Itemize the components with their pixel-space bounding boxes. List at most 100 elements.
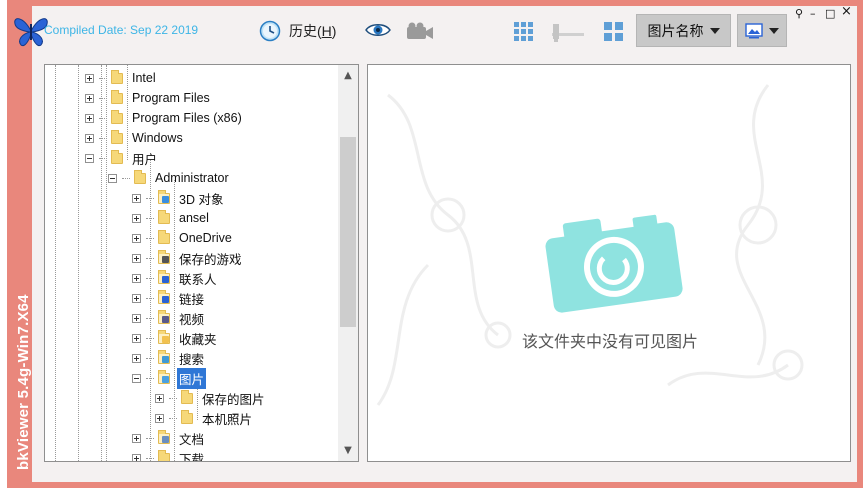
tree-node[interactable]: 搜索	[132, 348, 206, 368]
collapse-minus-icon[interactable]	[132, 373, 141, 383]
expand-plus-icon[interactable]	[132, 293, 141, 303]
close-button[interactable]: ×	[841, 5, 852, 18]
maximize-button[interactable]: □	[825, 8, 835, 20]
expand-plus-icon[interactable]	[85, 133, 94, 143]
tree-connector-line	[146, 357, 154, 359]
tree-guide-line	[55, 65, 56, 461]
tree-node[interactable]: 保存的游戏	[132, 248, 244, 268]
expand-plus-icon[interactable]	[85, 113, 94, 123]
scroll-thumb[interactable]	[340, 137, 356, 327]
expand-plus-icon[interactable]	[132, 353, 141, 363]
view-mode-dropdown[interactable]	[737, 14, 787, 47]
tree-node-label: 用户	[132, 152, 158, 167]
history-button[interactable]: 历史(H)	[259, 18, 336, 44]
tree-connector-line	[99, 77, 107, 79]
folder-icon	[157, 450, 171, 461]
expand-plus-icon[interactable]	[132, 333, 141, 343]
tree-node[interactable]: Administrator	[108, 168, 231, 188]
contacts-icon	[157, 270, 171, 285]
expand-plus-icon[interactable]	[85, 73, 94, 83]
tree-node-label: Windows	[132, 131, 183, 145]
tree-node[interactable]: 用户	[85, 148, 159, 168]
expand-plus-icon[interactable]	[155, 413, 164, 423]
expand-plus-icon[interactable]	[132, 233, 141, 243]
tree-node[interactable]: 保存的图片	[155, 388, 267, 408]
tree-node[interactable]: 文档	[132, 428, 206, 448]
folder-icon	[133, 170, 147, 185]
tree-connector-line	[99, 137, 107, 139]
tree-node-label: 搜索	[179, 352, 205, 367]
tree-connector-line	[146, 257, 154, 259]
tree-connector-line	[169, 417, 177, 419]
scroll-down-arrow-icon[interactable]: ▼	[338, 442, 358, 459]
tree-node[interactable]: 3D 对象	[132, 188, 225, 208]
expand-plus-icon[interactable]	[85, 93, 94, 103]
tree-node-label: OneDrive	[179, 231, 232, 245]
pictures-icon	[157, 370, 171, 385]
camera-icon[interactable]	[406, 21, 434, 41]
tree-node-label: 视频	[179, 312, 205, 327]
expand-plus-icon[interactable]	[132, 253, 141, 263]
tree-node-label: Administrator	[155, 171, 229, 185]
tree-node-label: Intel	[132, 71, 156, 85]
tree-node[interactable]: Program Files (x86)	[85, 108, 244, 128]
tree-node[interactable]: 联系人	[132, 268, 219, 288]
tree-scrollbar[interactable]: ▲ ▼	[338, 65, 358, 461]
folder-icon	[157, 230, 171, 245]
tree-connector-line	[146, 377, 154, 379]
tree-node[interactable]: OneDrive	[132, 228, 234, 248]
minimize-button[interactable]: –	[810, 8, 816, 20]
scroll-up-arrow-icon[interactable]: ▲	[338, 67, 358, 84]
tree-node[interactable]: Intel	[85, 68, 158, 88]
folder-icon	[110, 70, 124, 85]
tree-node-label: 图片	[177, 367, 207, 389]
tree-node-label: 链接	[179, 292, 205, 307]
history-button-label: 历史(H)	[289, 23, 337, 39]
tree-node-label: 收藏夹	[179, 332, 217, 347]
collapse-minus-icon[interactable]	[85, 153, 94, 163]
tree-node[interactable]: 收藏夹	[132, 328, 219, 348]
tree-node[interactable]: 本机照片	[155, 408, 254, 428]
expand-plus-icon[interactable]	[132, 213, 141, 223]
tree-node[interactable]: Program Files	[85, 88, 212, 108]
folder-icon	[157, 210, 171, 225]
slider-icon[interactable]	[550, 21, 586, 43]
chevron-down-icon	[769, 27, 779, 34]
tree-node[interactable]: ansel	[132, 208, 211, 228]
folder-icon	[110, 110, 124, 125]
tree-node[interactable]: 图片	[132, 367, 207, 389]
expand-plus-icon[interactable]	[132, 273, 141, 283]
tree-connector-line	[146, 437, 154, 439]
tree-connector-line	[99, 117, 107, 119]
expand-plus-icon[interactable]	[132, 433, 141, 443]
favorites-icon	[157, 330, 171, 345]
sort-dropdown[interactable]: 图片名称	[636, 14, 731, 47]
tree-connector-line	[146, 197, 154, 199]
tree-node-label: 文档	[179, 432, 205, 447]
folder-icon	[110, 150, 124, 165]
pin-icon[interactable]: ⚲	[795, 8, 803, 20]
folder-tree-panel[interactable]: Intel Program Files Program Files (x86) Win…	[44, 64, 359, 462]
tree-node[interactable]: Windows	[85, 128, 185, 148]
expand-plus-icon[interactable]	[132, 193, 141, 203]
tree-connector-line	[146, 217, 154, 219]
grid-large-icon[interactable]	[513, 21, 534, 42]
grid-small-icon[interactable]	[603, 21, 624, 42]
image-preview-panel[interactable]: 该文件夹中没有可见图片	[367, 64, 851, 462]
eye-icon[interactable]	[365, 22, 391, 38]
tree-node[interactable]: 下载	[132, 448, 206, 461]
empty-camera-icon	[545, 214, 683, 313]
tree-guide-line	[78, 65, 79, 461]
folder-icon	[110, 130, 124, 145]
empty-folder-message: 该文件夹中没有可见图片	[521, 334, 698, 351]
collapse-minus-icon[interactable]	[108, 173, 117, 183]
folder-icon	[110, 90, 124, 105]
tree-node[interactable]: 视频	[132, 308, 206, 328]
tree-node-label: 保存的图片	[202, 392, 265, 407]
videos-icon	[157, 310, 171, 325]
tree-node[interactable]: 链接	[132, 288, 206, 308]
expand-plus-icon[interactable]	[132, 453, 141, 461]
expand-plus-icon[interactable]	[155, 393, 164, 403]
documents-icon	[157, 430, 171, 445]
expand-plus-icon[interactable]	[132, 313, 141, 323]
